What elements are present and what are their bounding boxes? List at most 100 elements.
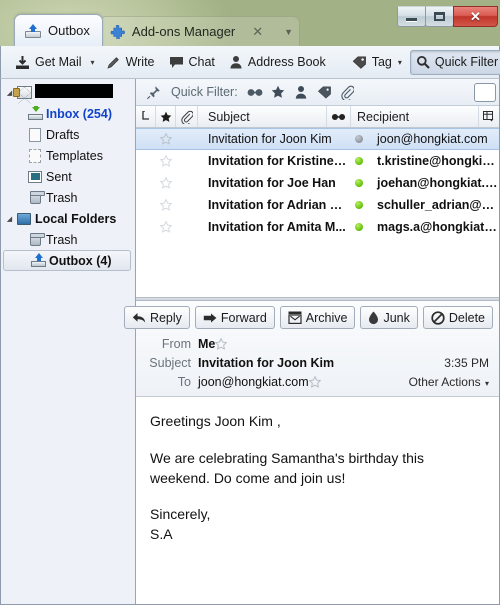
close-button[interactable]: ✕: [453, 6, 498, 27]
row-subject: Invitation for Adrian S...: [208, 198, 347, 212]
pencil-icon: [106, 55, 121, 70]
address-book-button[interactable]: Address Book: [223, 50, 332, 75]
sidebar-item-trash-account[interactable]: Trash: [1, 187, 135, 208]
forward-arrow-icon: [203, 312, 217, 324]
quick-filter-button[interactable]: Quick Filter: [409, 49, 500, 75]
contact-icon[interactable]: [290, 82, 313, 103]
junk-label: Junk: [383, 310, 410, 325]
other-actions-chevron-down-icon: ▾: [484, 378, 489, 388]
get-mail-button[interactable]: Get Mail: [9, 50, 88, 75]
archive-button[interactable]: Archive: [279, 306, 356, 330]
column-picker-button[interactable]: [479, 106, 499, 127]
table-row[interactable]: Invitation for Kristine ... t.kristine@h…: [136, 150, 499, 172]
row-subject: Invitation for Amita M...: [208, 220, 346, 234]
tab-list-chevron-down-icon[interactable]: ▼: [284, 27, 293, 37]
row-status-dot[interactable]: [347, 157, 371, 165]
sidebar-item-account[interactable]: ◢: [1, 82, 135, 104]
chat-button[interactable]: Chat: [163, 50, 221, 75]
row-status-dot[interactable]: [347, 179, 371, 187]
minimize-button[interactable]: [397, 6, 426, 27]
archive-box-icon: [288, 311, 302, 325]
message-header-pane: Reply Forward Archive Junk Delete From M…: [123, 301, 499, 398]
table-row[interactable]: Invitation for Adrian S... schuller_adri…: [136, 194, 499, 216]
from-value: Me: [198, 336, 216, 351]
message-list[interactable]: Invitation for Joon Kim joon@hongkiat.co…: [136, 128, 499, 298]
delete-button[interactable]: Delete: [422, 306, 493, 330]
delete-ban-icon: [431, 311, 445, 325]
tab-outbox[interactable]: Outbox: [14, 14, 103, 46]
attachment-column-icon: [180, 110, 193, 124]
row-star-icon[interactable]: [156, 133, 176, 145]
main-toolbar: Get Mail ▾ Write Chat Address Book Tag ▾…: [0, 46, 500, 79]
tag-button[interactable]: Tag ▾: [346, 50, 408, 75]
write-button[interactable]: Write: [100, 50, 161, 75]
row-star-icon[interactable]: [156, 199, 176, 211]
sidebar-item-sent-label: Sent: [46, 169, 72, 184]
attachment-icon[interactable]: [336, 82, 359, 103]
sidebar-item-trash-local[interactable]: Trash: [1, 229, 135, 250]
star-column-icon: [160, 111, 171, 122]
get-mail-dropdown-chevron-icon[interactable]: ▾: [90, 58, 98, 67]
account-name-redacted: [33, 84, 113, 101]
row-status-dot[interactable]: [347, 201, 371, 209]
row-status-dot[interactable]: [347, 223, 371, 231]
archive-label: Archive: [305, 310, 348, 325]
drafts-icon: [26, 127, 44, 142]
tab-close-icon[interactable]: ✕: [252, 24, 263, 40]
subject-column-header[interactable]: Subject: [198, 106, 327, 127]
other-actions-label: Other Actions: [408, 374, 481, 389]
trash-icon: [26, 190, 45, 204]
row-status-dot[interactable]: [347, 135, 371, 143]
address-book-label: Address Book: [247, 55, 326, 69]
tag-icon[interactable]: [313, 82, 336, 103]
row-subject: Invitation for Kristine ...: [208, 154, 347, 168]
header-subject-row: Subject Invitation for Joon Kim 3:35 PM: [142, 353, 493, 372]
thread-column-header[interactable]: [136, 106, 156, 127]
table-row[interactable]: Invitation for Joe Han joehan@hongkiat.c…: [136, 172, 499, 194]
message-signature: S.A: [150, 526, 173, 543]
junk-flame-icon: [368, 311, 379, 325]
sidebar-item-inbox[interactable]: Inbox (254): [1, 103, 135, 124]
to-value: joon@hongkiat.com: [198, 374, 309, 389]
subject-value: Invitation for Joon Kim: [198, 355, 335, 370]
unread-icon[interactable]: [244, 82, 267, 103]
recipient-column-header[interactable]: Recipient: [351, 106, 479, 127]
row-star-icon[interactable]: [156, 221, 176, 233]
attachment-column-header[interactable]: [176, 106, 198, 127]
row-star-icon[interactable]: [156, 177, 176, 189]
trash-icon: [26, 232, 45, 246]
sidebar-item-templates[interactable]: Templates: [1, 145, 135, 166]
row-recipient: joehan@hongkiat.com: [377, 176, 499, 190]
row-recipient: schuller_adrian@hon...: [377, 198, 499, 212]
table-row[interactable]: Invitation for Amita M... mags.a@hongkia…: [136, 216, 499, 238]
from-star-icon[interactable]: [215, 337, 228, 350]
sidebar-item-local-folders-label: Local Folders: [35, 211, 117, 226]
starred-icon[interactable]: [267, 82, 290, 103]
to-star-icon[interactable]: [308, 375, 321, 388]
pin-icon[interactable]: [142, 82, 165, 103]
search-input[interactable]: [474, 82, 496, 102]
other-actions-button[interactable]: Other Actions ▾: [409, 375, 493, 389]
sidebar-item-local-folders[interactable]: ◢ Local Folders: [1, 208, 135, 229]
junk-button[interactable]: Junk: [360, 306, 418, 330]
sidebar-item-drafts[interactable]: Drafts: [1, 124, 135, 145]
star-column-header[interactable]: [156, 106, 176, 127]
sidebar-item-outbox[interactable]: Outbox (4): [3, 250, 131, 271]
title-bar: ✕ Outbox Add-ons Manager ✕ ▼: [0, 6, 500, 46]
header-from-row: From Me: [142, 334, 493, 353]
reply-button[interactable]: Reply: [123, 306, 190, 330]
unread-column-header[interactable]: [327, 106, 351, 127]
forward-button[interactable]: Forward: [194, 306, 275, 330]
local-folders-twisty-icon[interactable]: ◢: [4, 215, 15, 223]
message-list-header: Subject Recipient: [136, 106, 499, 128]
window-body: ◢ Inbox (254) Drafts Templates Sent Tras…: [0, 79, 500, 605]
tab-addons-manager[interactable]: Add-ons Manager ✕ ▼: [98, 16, 301, 46]
table-row[interactable]: Invitation for Joon Kim joon@hongkiat.co…: [136, 128, 499, 150]
maximize-button[interactable]: [425, 6, 454, 27]
sidebar-item-sent[interactable]: Sent: [1, 166, 135, 187]
sent-icon: [26, 170, 44, 183]
sidebar-item-drafts-label: Drafts: [46, 127, 80, 142]
row-star-icon[interactable]: [156, 155, 176, 167]
subject-column-label: Subject: [208, 109, 250, 124]
reply-arrow-icon: [132, 312, 146, 324]
